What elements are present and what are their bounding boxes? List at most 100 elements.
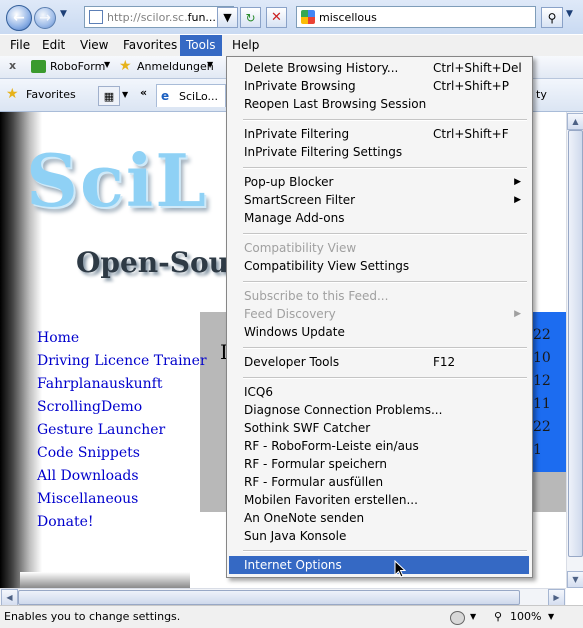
horizontal-scroll-thumb[interactable] xyxy=(18,590,520,605)
recent-pages-dropdown-icon[interactable]: ▼ xyxy=(60,9,67,19)
search-icon: ⚲ xyxy=(547,10,557,25)
menu-item-roboform-save-form[interactable]: RF - Formular speichern xyxy=(244,455,529,473)
refresh-button[interactable]: ↻ xyxy=(240,7,261,28)
nav-link-fahrplanauskunft[interactable]: Fahrplanauskunft xyxy=(37,376,163,392)
tab-list-dropdown-icon[interactable]: ▼ xyxy=(122,90,128,99)
safety-menu-label[interactable]: ty xyxy=(536,88,547,101)
menu-item-label: Sothink SWF Catcher xyxy=(244,421,371,435)
address-field[interactable]: http://scilor.sc. fun... xyxy=(84,6,234,28)
search-input[interactable]: miscellous xyxy=(296,6,536,28)
menu-item-delete-browsing-history[interactable]: Delete Browsing History... Ctrl+Shift+Del xyxy=(244,59,529,77)
scroll-right-button[interactable]: ▶ xyxy=(548,589,565,606)
menu-item-compatibility-view-settings[interactable]: Compatibility View Settings xyxy=(244,257,529,275)
menu-item-manage-add-ons[interactable]: Manage Add-ons xyxy=(244,209,529,227)
nav-link-all-downloads[interactable]: All Downloads xyxy=(37,468,139,484)
nav-link-code-snippets[interactable]: Code Snippets xyxy=(37,445,140,461)
back-arrow-icon: ← xyxy=(13,10,25,26)
zoom-dropdown-icon[interactable]: ▼ xyxy=(548,606,554,628)
menu-item-windows-update[interactable]: Windows Update xyxy=(244,323,529,341)
url-domain: fun... xyxy=(187,10,216,24)
close-toolbar-icon[interactable]: x xyxy=(9,59,16,72)
menu-item-label: Pop-up Blocker xyxy=(244,175,334,189)
menu-item-send-to-onenote[interactable]: An OneNote senden xyxy=(244,509,529,527)
anmeldungen-dropdown-icon[interactable]: ▼ xyxy=(207,60,213,69)
menu-item-inprivate-filtering-settings[interactable]: InPrivate Filtering Settings xyxy=(244,143,529,161)
download-count: 11 xyxy=(533,396,551,412)
back-button[interactable]: ← xyxy=(6,5,32,31)
favorites-button[interactable]: Favorites xyxy=(26,88,76,101)
menu-item-inprivate-browsing[interactable]: InPrivate Browsing Ctrl+Shift+P xyxy=(244,77,529,95)
menu-item-smartscreen-filter[interactable]: SmartScreen Filter ▶ xyxy=(244,191,529,209)
menu-item-icq6[interactable]: ICQ6 xyxy=(244,383,529,401)
arrow-right-icon: ▶ xyxy=(553,593,560,602)
submenu-arrow-icon: ▶ xyxy=(514,177,521,187)
menu-item-inprivate-filtering[interactable]: InPrivate Filtering Ctrl+Shift+F xyxy=(244,125,529,143)
arrow-left-icon: ◀ xyxy=(6,593,13,602)
ie-icon: e xyxy=(161,89,170,103)
menu-item-label: RF - Formular ausfüllen xyxy=(244,475,384,489)
menu-item-shortcut: F12 xyxy=(433,355,456,369)
menu-item-label: Delete Browsing History... xyxy=(244,61,399,75)
nav-link-scrollingdemo[interactable]: ScrollingDemo xyxy=(37,399,142,415)
menu-item-label: Compatibility View xyxy=(244,241,357,255)
menu-item-roboform-fill-form[interactable]: RF - Formular ausfüllen xyxy=(244,473,529,491)
nav-link-gesture-launcher[interactable]: Gesture Launcher xyxy=(37,422,165,438)
menu-item-sun-java-console[interactable]: Sun Java Konsole xyxy=(244,527,529,545)
menu-separator xyxy=(243,347,527,349)
stop-icon: ✕ xyxy=(271,10,282,25)
download-count: 22 xyxy=(533,419,551,435)
protected-mode-dropdown-icon[interactable]: ▼ xyxy=(470,606,476,628)
roboform-dropdown-icon[interactable]: ▼ xyxy=(104,60,110,69)
site-subtitle: Open-Sour xyxy=(76,246,244,279)
menu-item-developer-tools[interactable]: Developer Tools F12 xyxy=(244,353,529,371)
menu-item-roboform-toolbar-toggle[interactable]: RF - RoboForm-Leiste ein/aus xyxy=(244,437,529,455)
menu-favorites[interactable]: Favorites xyxy=(117,35,183,56)
nav-link-miscellaneous[interactable]: Miscellaneous xyxy=(37,491,138,507)
scroll-up-button[interactable]: ▲ xyxy=(567,113,583,130)
search-button[interactable]: ⚲ xyxy=(541,7,563,28)
scroll-down-button[interactable]: ▼ xyxy=(567,571,583,588)
search-value: miscellous xyxy=(319,10,377,24)
tab-scilor[interactable]: e SciLo... xyxy=(156,84,226,107)
protected-mode-icon[interactable] xyxy=(450,611,465,625)
scroll-left-button[interactable]: ◀ xyxy=(1,589,18,606)
roboform-button[interactable]: RoboForm xyxy=(50,60,105,73)
menu-item-popup-blocker[interactable]: Pop-up Blocker ▶ xyxy=(244,173,529,191)
anmeldungen-button[interactable]: Anmeldungen xyxy=(137,60,214,73)
menu-edit[interactable]: Edit xyxy=(36,35,71,56)
vertical-scroll-thumb[interactable] xyxy=(568,130,583,557)
menu-item-diagnose-connection[interactable]: Diagnose Connection Problems... xyxy=(244,401,529,419)
download-count: 12 xyxy=(533,373,551,389)
menu-separator xyxy=(243,167,527,169)
search-options-icon[interactable]: ▼ xyxy=(566,9,573,19)
forward-button[interactable]: → xyxy=(34,7,56,29)
nav-link-donate[interactable]: Donate! xyxy=(37,514,94,530)
site-logo: SciL xyxy=(26,138,208,223)
menu-item-internet-options[interactable]: Internet Options xyxy=(244,556,529,574)
menu-separator xyxy=(243,377,527,379)
quick-tabs-button[interactable]: ▦ xyxy=(98,86,120,106)
menu-help[interactable]: Help xyxy=(226,35,265,56)
menu-item-label: RF - Formular speichern xyxy=(244,457,387,471)
status-text: Enables you to change settings. xyxy=(4,610,181,623)
menu-item-reopen-last-session[interactable]: Reopen Last Browsing Session xyxy=(244,95,529,113)
download-count: 10 xyxy=(533,350,551,366)
nav-link-home[interactable]: Home xyxy=(37,330,79,346)
menu-separator xyxy=(243,281,527,283)
menu-view[interactable]: View xyxy=(74,35,114,56)
menu-file[interactable]: File xyxy=(4,35,36,56)
menu-item-label: InPrivate Filtering Settings xyxy=(244,145,403,159)
menu-tools[interactable]: Tools xyxy=(180,35,222,56)
nav-link-driving-licence-trainer[interactable]: Driving Licence Trainer xyxy=(37,353,207,369)
menu-item-label: Reopen Last Browsing Session xyxy=(244,97,427,111)
scroll-tabs-left-icon[interactable]: « xyxy=(140,86,147,99)
menu-item-mobile-favorites[interactable]: Mobilen Favoriten erstellen... xyxy=(244,491,529,509)
stop-button[interactable]: ✕ xyxy=(266,7,287,28)
menu-item-label: ICQ6 xyxy=(244,385,273,399)
zoom-level[interactable]: 100% xyxy=(510,606,541,628)
address-dropdown-button[interactable]: ▼ xyxy=(217,7,238,28)
menu-item-sothink-swf-catcher[interactable]: Sothink SWF Catcher xyxy=(244,419,529,437)
mouse-cursor-icon xyxy=(394,560,406,578)
menu-bar: File Edit View Favorites Tools Help xyxy=(0,35,583,57)
status-bar: Enables you to change settings. ▼ ⚲ 100%… xyxy=(0,605,583,628)
